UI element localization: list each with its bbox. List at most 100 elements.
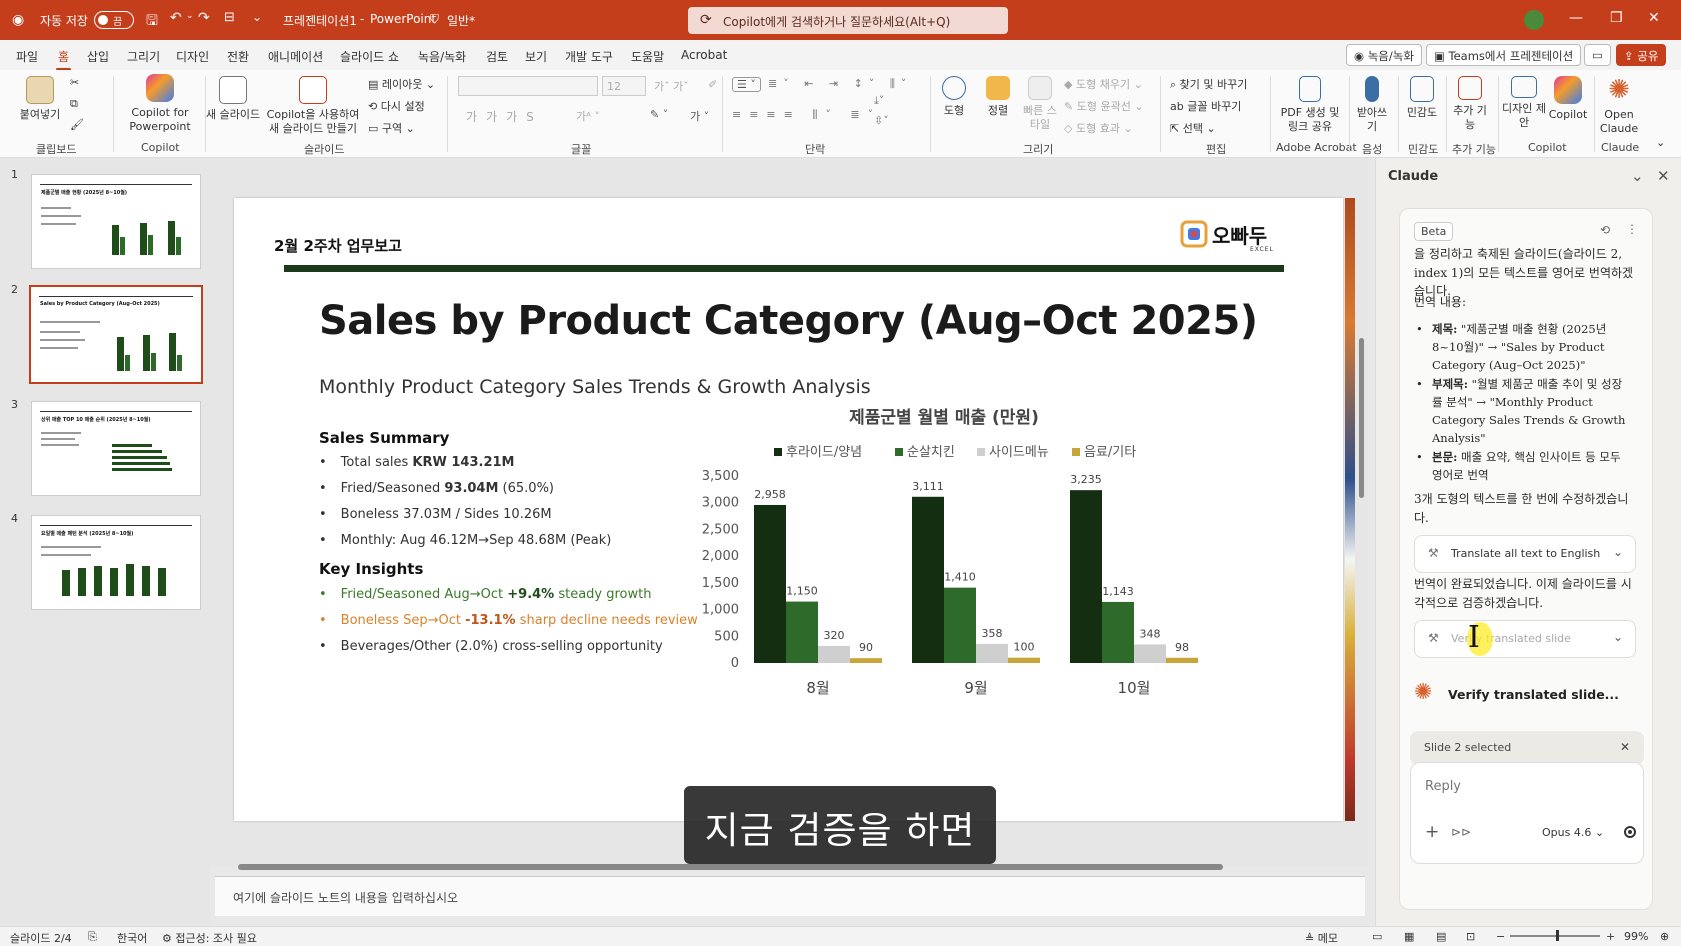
more-options-icon[interactable]: ⋮ bbox=[1626, 222, 1638, 236]
replace-font-button[interactable]: ab 글꼴 바꾸기 bbox=[1170, 98, 1241, 114]
spellcheck-icon[interactable]: ⎘ bbox=[88, 930, 97, 944]
language-indicator[interactable]: 한국어 bbox=[117, 930, 147, 946]
zoom-out-icon[interactable]: − bbox=[1496, 930, 1505, 943]
copy-icon[interactable]: ⧉ bbox=[70, 97, 78, 111]
bullets-button[interactable]: ☰ ˅ bbox=[732, 77, 761, 92]
zoom-in-icon[interactable]: + bbox=[1606, 930, 1615, 943]
minimize-icon[interactable]: — bbox=[1569, 10, 1583, 26]
font-size-select[interactable]: 12 bbox=[602, 76, 646, 96]
add-ins-button[interactable]: 추가 기능 bbox=[1450, 76, 1490, 132]
tab-view[interactable]: 보기 bbox=[525, 48, 547, 65]
tab-help[interactable]: 도움말 bbox=[631, 48, 664, 65]
zoom-slider-knob[interactable] bbox=[1556, 930, 1559, 941]
font-grow-icon[interactable]: 가ˆ 가ˇ bbox=[654, 78, 689, 94]
zoom-slider[interactable] bbox=[1510, 935, 1600, 937]
tab-draw[interactable]: 그리기 bbox=[127, 48, 160, 65]
layout-button[interactable]: ▤ 레이아웃 ⌄ bbox=[368, 76, 435, 92]
redo-icon[interactable]: ↷ bbox=[198, 10, 210, 26]
remove-selection-icon[interactable]: ✕ bbox=[1620, 740, 1630, 754]
list-buttons[interactable]: ≣˅ ⇤ ⇥ ↕˅ ⫼˅ bbox=[768, 77, 912, 91]
copilot-for-powerpoint-button[interactable]: Copilot for Powerpoint bbox=[120, 74, 200, 134]
send-icon[interactable] bbox=[1624, 826, 1636, 838]
font-family-select[interactable] bbox=[458, 76, 598, 96]
designer-button[interactable]: 디자인 제안 bbox=[1502, 76, 1546, 130]
tab-home[interactable]: 홈 bbox=[55, 48, 72, 71]
attach-icon[interactable]: + bbox=[1425, 822, 1439, 842]
tab-animations[interactable]: 애니메이션 bbox=[268, 48, 323, 65]
search-input[interactable]: ⟳ Copilot에게 검색하거나 질문하세요(Alt+Q) bbox=[688, 7, 1008, 34]
tab-acrobat[interactable]: Acrobat bbox=[681, 48, 727, 62]
quick-access-more-icon[interactable]: ⌄ bbox=[252, 10, 262, 24]
model-select[interactable]: Opus 4.6 ⌄ bbox=[1542, 826, 1604, 839]
share-button[interactable]: ⇪ 공유 bbox=[1616, 44, 1667, 66]
open-claude-button[interactable]: ✺ Open Claude bbox=[1598, 76, 1640, 136]
find-replace-button[interactable]: ⌕ 찾기 및 바꾸기 bbox=[1170, 76, 1247, 92]
fit-slide-icon[interactable]: ⊕ bbox=[1660, 930, 1669, 943]
tab-slideshow[interactable]: 슬라이드 쇼 bbox=[340, 48, 399, 65]
autosave-toggle[interactable]: 끔 bbox=[94, 11, 134, 29]
accessibility-status[interactable]: ⚙ 접근성: 조사 필요 bbox=[162, 930, 257, 946]
restore-icon[interactable]: ❐ bbox=[1610, 10, 1623, 26]
slide-sorter-icon[interactable]: ▦ bbox=[1404, 930, 1414, 943]
sensitivity-label[interactable]: 일반* bbox=[447, 12, 475, 29]
chevron-down-icon[interactable]: ⌄ bbox=[1631, 167, 1644, 185]
slide-thumbnail-1[interactable]: 제품군별 매출 현황 (2025년 8~10월) bbox=[31, 174, 201, 269]
shape-fill-button[interactable]: ◆ 도형 채우기 ⌄ bbox=[1064, 76, 1143, 92]
notes-toggle[interactable]: ≜ 메모 bbox=[1305, 930, 1338, 946]
shape-effects-button[interactable]: ◇ 도형 효과 ⌄ bbox=[1064, 120, 1133, 136]
slide-subtitle[interactable]: Monthly Product Category Sales Trends & … bbox=[319, 376, 871, 398]
copilot-new-slide-button[interactable]: Copilot을 사용하여 새 슬라이드 만들기 bbox=[266, 76, 360, 136]
select-button[interactable]: ⇱ 선택 ⌄ bbox=[1170, 120, 1216, 136]
tab-file[interactable]: 파일 bbox=[16, 48, 38, 65]
slide-thumbnail-4[interactable]: 요일별 매출 패턴 분석 (2025년 8~10월) bbox=[31, 515, 201, 610]
slide-thumbnail-2[interactable]: Sales by Product Category (Aug–Oct 2025) bbox=[29, 285, 203, 384]
close-icon[interactable]: ✕ bbox=[1648, 10, 1660, 26]
shape-button[interactable]: 도형 bbox=[934, 76, 974, 118]
align-text-icon[interactable]: ⇳˅ bbox=[874, 114, 889, 127]
record-button[interactable]: ◉ 녹음/녹화 bbox=[1346, 44, 1422, 66]
new-slide-button[interactable]: 새 슬라이드 bbox=[206, 76, 260, 122]
present-icon[interactable]: ⊟ bbox=[224, 10, 235, 25]
tool-call-verify[interactable]: ⚒ Verify translated slide ⌄ bbox=[1414, 620, 1636, 658]
reading-view-icon[interactable]: ▤ bbox=[1436, 930, 1446, 943]
tab-review[interactable]: 검토 bbox=[486, 48, 508, 65]
dictate-button[interactable]: 받아쓰기 bbox=[1352, 76, 1392, 134]
clear-format-icon[interactable]: ✐ bbox=[708, 78, 717, 91]
sensitivity-button[interactable]: 민감도 bbox=[1402, 76, 1442, 120]
zoom-level[interactable]: 99% bbox=[1624, 930, 1648, 943]
font-color-icon[interactable]: 가 ˅ bbox=[690, 108, 709, 124]
tab-developer[interactable]: 개발 도구 bbox=[565, 48, 613, 65]
slide-thumbnail-3[interactable]: 상위 매출 TOP 10 매출 순위 (2025년 8~10월) bbox=[31, 401, 201, 496]
alignment-buttons[interactable]: ≡≡≡≡ ⫼˅ ≣˅ bbox=[732, 108, 881, 122]
reset-button[interactable]: ⟲ 다시 설정 bbox=[368, 98, 425, 114]
slide-canvas[interactable]: 2월 2주차 업무보고 오빠두 EXCEL Sales by Product C… bbox=[234, 198, 1343, 821]
slide-title[interactable]: Sales by Product Category (Aug–Oct 2025) bbox=[319, 298, 1258, 344]
slide-notes[interactable]: 여기에 슬라이드 노트의 내용을 입력하십시오 bbox=[215, 876, 1365, 916]
save-icon[interactable]: 🖫 bbox=[146, 10, 158, 34]
vertical-scrollbar[interactable] bbox=[1356, 158, 1368, 866]
tool-call-translate[interactable]: ⚒ Translate all text to English ⌄ bbox=[1414, 535, 1636, 573]
text-direction-icon[interactable]: ⤓˅ bbox=[874, 94, 884, 108]
quick-styles-button[interactable]: 빠른 스타일 bbox=[1020, 76, 1060, 132]
tab-record[interactable]: 녹음/녹화 bbox=[418, 48, 466, 65]
collapse-ribbon-icon[interactable]: ⌄ bbox=[1656, 136, 1665, 149]
teams-present-button[interactable]: ▣ Teams에서 프레젠테이션 bbox=[1426, 44, 1582, 66]
document-title[interactable]: 프레젠테이션1 bbox=[283, 12, 357, 29]
undo-dropdown-icon[interactable]: ⌄ bbox=[186, 11, 194, 21]
avatar[interactable] bbox=[1524, 10, 1544, 30]
tab-insert[interactable]: 삽입 bbox=[87, 48, 109, 65]
normal-view-icon[interactable]: ▭ bbox=[1372, 930, 1382, 943]
history-icon[interactable]: ⟲ bbox=[1600, 223, 1610, 237]
highlight-color-icon[interactable]: ✎ ˅ bbox=[650, 108, 668, 121]
font-style-buttons[interactable]: 가가가S bbox=[466, 108, 543, 125]
format-painter-icon[interactable]: 🖌 bbox=[70, 118, 84, 131]
close-pane-icon[interactable]: ✕ bbox=[1657, 167, 1670, 185]
comments-button[interactable]: ▭ bbox=[1584, 44, 1611, 66]
pdf-share-button[interactable]: PDF 생성 및 링크 공유 bbox=[1274, 76, 1346, 134]
char-spacing-icon[interactable]: 가ᴬ ˅ bbox=[576, 108, 600, 124]
shape-outline-button[interactable]: ✎ 도형 윤곽선 ⌄ bbox=[1064, 98, 1144, 114]
tab-transitions[interactable]: 전환 bbox=[227, 48, 249, 65]
arrange-button[interactable]: 정렬 bbox=[978, 76, 1018, 118]
fast-forward-icon[interactable]: ⊳⊳ bbox=[1451, 825, 1471, 839]
copilot-button[interactable]: Copilot bbox=[1548, 76, 1588, 122]
